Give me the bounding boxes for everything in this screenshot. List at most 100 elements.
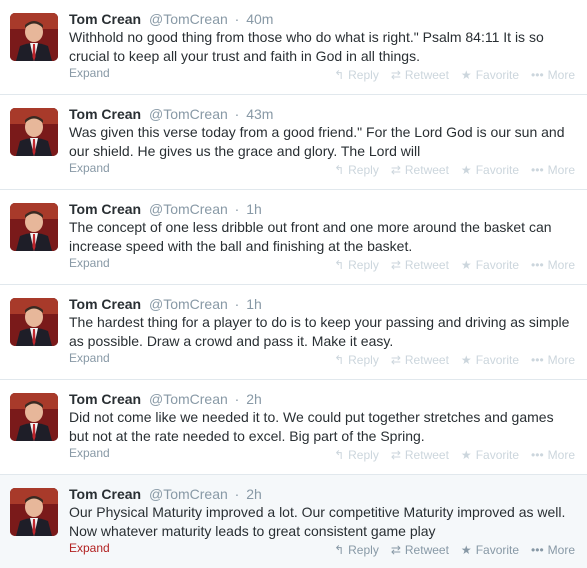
tweet[interactable]: Tom Crean @TomCrean · 43m Was given this…	[0, 95, 587, 190]
expand-link[interactable]: Expand	[69, 256, 110, 270]
tweet[interactable]: Tom Crean @TomCrean · 1h The hardest thi…	[0, 285, 587, 380]
tweet-timestamp[interactable]: 43m	[246, 106, 273, 122]
separator-dot: ·	[234, 201, 240, 217]
tweet-timestamp[interactable]: 40m	[246, 11, 273, 27]
tweet[interactable]: Tom Crean @TomCrean · 2h Our Physical Ma…	[0, 475, 587, 568]
expand-link[interactable]: Expand	[69, 351, 110, 365]
reply-button[interactable]: ↰ Reply	[334, 258, 379, 272]
star-icon: ★	[460, 163, 472, 177]
more-label: More	[547, 543, 575, 557]
favorite-label: Favorite	[475, 353, 520, 367]
reply-button[interactable]: ↰ Reply	[334, 353, 379, 367]
avatar[interactable]	[10, 108, 58, 156]
author-username[interactable]: @TomCrean	[149, 11, 228, 27]
more-label: More	[547, 163, 575, 177]
tweet-text: The concept of one less dribble out fron…	[69, 219, 552, 254]
star-icon: ★	[460, 68, 472, 82]
reply-label: Reply	[348, 258, 379, 272]
more-button[interactable]: ••• More	[531, 163, 575, 177]
favorite-button[interactable]: ★ Favorite	[461, 543, 519, 557]
more-dots-icon: •••	[531, 258, 544, 272]
expand-link[interactable]: Expand	[69, 446, 110, 460]
reply-label: Reply	[348, 448, 379, 462]
tweet[interactable]: Tom Crean @TomCrean · 2h Did not come li…	[0, 380, 587, 475]
tweet[interactable]: Tom Crean @TomCrean · 1h The concept of …	[0, 190, 587, 285]
reply-button[interactable]: ↰ Reply	[334, 448, 379, 462]
tweet-timestamp[interactable]: 2h	[246, 486, 262, 502]
author-name[interactable]: Tom Crean	[69, 486, 141, 502]
avatar[interactable]	[10, 203, 58, 251]
author-name[interactable]: Tom Crean	[69, 201, 141, 217]
author-name[interactable]: Tom Crean	[69, 11, 141, 27]
author-username[interactable]: @TomCrean	[149, 296, 228, 312]
star-icon: ★	[460, 543, 472, 557]
avatar[interactable]	[10, 393, 58, 441]
separator-dot: ·	[234, 11, 240, 27]
favorite-button[interactable]: ★ Favorite	[461, 353, 519, 367]
reply-icon: ↰	[334, 163, 345, 177]
reply-icon: ↰	[334, 448, 345, 462]
author-username[interactable]: @TomCrean	[149, 486, 228, 502]
expand-link[interactable]: Expand	[69, 541, 110, 555]
author-username[interactable]: @TomCrean	[149, 201, 228, 217]
retweet-icon: ⇄	[390, 448, 401, 462]
more-button[interactable]: ••• More	[531, 258, 575, 272]
retweet-button[interactable]: ⇄ Retweet	[391, 258, 449, 272]
favorite-label: Favorite	[475, 258, 520, 272]
retweet-label: Retweet	[404, 258, 449, 272]
reply-icon: ↰	[334, 543, 345, 557]
favorite-button[interactable]: ★ Favorite	[461, 258, 519, 272]
retweet-button[interactable]: ⇄ Retweet	[391, 448, 449, 462]
expand-link[interactable]: Expand	[69, 66, 110, 80]
favorite-label: Favorite	[475, 163, 520, 177]
reply-button[interactable]: ↰ Reply	[334, 163, 379, 177]
reply-icon: ↰	[334, 258, 345, 272]
reply-icon: ↰	[334, 68, 345, 82]
favorite-button[interactable]: ★ Favorite	[461, 448, 519, 462]
tweet-actions: ↰ Reply ⇄ Retweet ★ Favorite ••• More	[334, 448, 575, 462]
reply-label: Reply	[348, 353, 379, 367]
more-label: More	[547, 68, 575, 82]
author-name[interactable]: Tom Crean	[69, 391, 141, 407]
retweet-button[interactable]: ⇄ Retweet	[391, 163, 449, 177]
tweet-text: Did not come like we needed it to. We co…	[69, 409, 554, 444]
retweet-icon: ⇄	[390, 68, 401, 82]
tweet-feed: Tom Crean @TomCrean · 40m Withhold no go…	[0, 0, 587, 568]
reply-button[interactable]: ↰ Reply	[334, 543, 379, 557]
more-button[interactable]: ••• More	[531, 448, 575, 462]
avatar[interactable]	[10, 13, 58, 61]
retweet-label: Retweet	[404, 68, 449, 82]
tweet-timestamp[interactable]: 2h	[246, 391, 262, 407]
tweet-timestamp[interactable]: 1h	[246, 296, 262, 312]
tweet-text: Was given this verse today from a good f…	[69, 124, 565, 159]
author-name[interactable]: Tom Crean	[69, 296, 141, 312]
reply-button[interactable]: ↰ Reply	[334, 68, 379, 82]
tweet-actions: ↰ Reply ⇄ Retweet ★ Favorite ••• More	[334, 163, 575, 177]
reply-icon: ↰	[334, 353, 345, 367]
star-icon: ★	[460, 448, 472, 462]
favorite-button[interactable]: ★ Favorite	[461, 68, 519, 82]
author-name[interactable]: Tom Crean	[69, 106, 141, 122]
avatar[interactable]	[10, 488, 58, 536]
favorite-button[interactable]: ★ Favorite	[461, 163, 519, 177]
author-username[interactable]: @TomCrean	[149, 391, 228, 407]
more-button[interactable]: ••• More	[531, 543, 575, 557]
separator-dot: ·	[234, 106, 240, 122]
favorite-label: Favorite	[475, 68, 520, 82]
more-button[interactable]: ••• More	[531, 68, 575, 82]
tweet-actions: ↰ Reply ⇄ Retweet ★ Favorite ••• More	[334, 68, 575, 82]
more-dots-icon: •••	[531, 448, 544, 462]
tweet-text: The hardest thing for a player to do is …	[69, 314, 570, 349]
tweet-timestamp[interactable]: 1h	[246, 201, 262, 217]
tweet-actions: ↰ Reply ⇄ Retweet ★ Favorite ••• More	[334, 258, 575, 272]
expand-link[interactable]: Expand	[69, 161, 110, 175]
tweet[interactable]: Tom Crean @TomCrean · 40m Withhold no go…	[0, 0, 587, 95]
more-button[interactable]: ••• More	[531, 353, 575, 367]
separator-dot: ·	[234, 391, 240, 407]
favorite-label: Favorite	[475, 543, 520, 557]
retweet-button[interactable]: ⇄ Retweet	[391, 543, 449, 557]
retweet-button[interactable]: ⇄ Retweet	[391, 353, 449, 367]
author-username[interactable]: @TomCrean	[149, 106, 228, 122]
retweet-button[interactable]: ⇄ Retweet	[391, 68, 449, 82]
avatar[interactable]	[10, 298, 58, 346]
